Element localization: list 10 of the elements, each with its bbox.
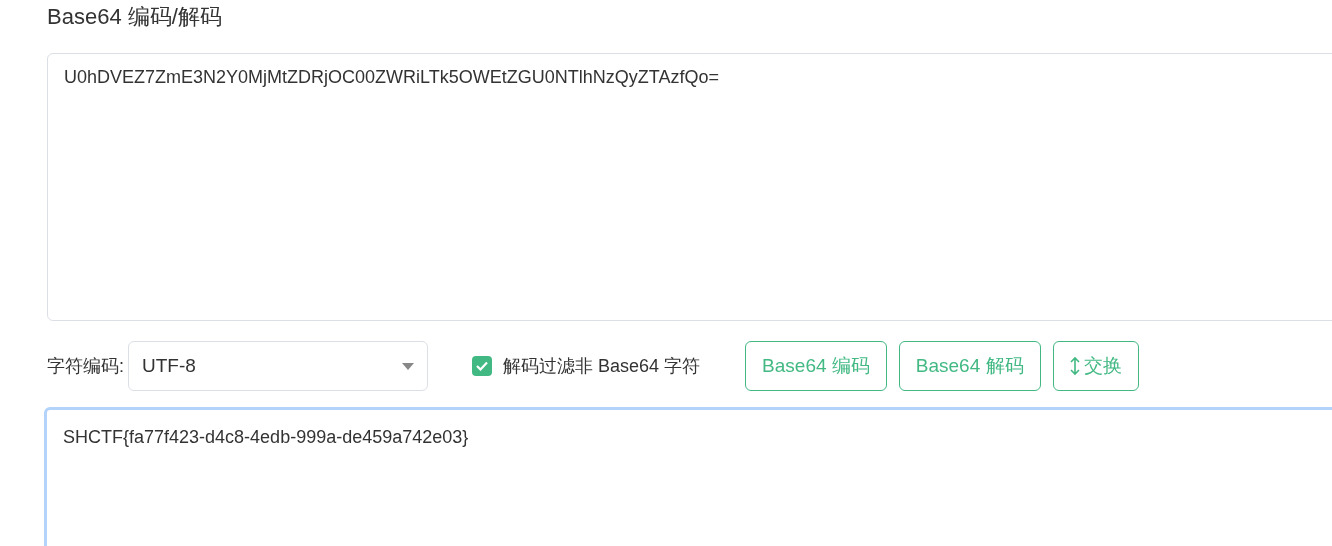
input-field[interactable]: U0hDVEZ7ZmE3N2Y0MjMtZDRjOC00ZWRiLTk5OWEtZGU0NTlhNzQyZTAzfQo= — [47, 53, 1332, 321]
filter-checkbox[interactable]: 解码过滤非 Base64 字符 — [472, 352, 701, 380]
output-field[interactable]: SHCTF{fa77f423-d4c8-4edb-999a-de459a742e03} — [44, 407, 1332, 546]
caret-icon — [402, 362, 414, 370]
checkbox[interactable] — [472, 356, 492, 376]
swap-arrow-icon — [1069, 356, 1080, 376]
checkmark-icon — [476, 361, 488, 371]
page-title: Base64 编码/解码 — [47, 3, 223, 31]
charset-label: 字符编码: — [47, 354, 124, 378]
charset-select[interactable]: UTF-8 — [128, 341, 428, 391]
